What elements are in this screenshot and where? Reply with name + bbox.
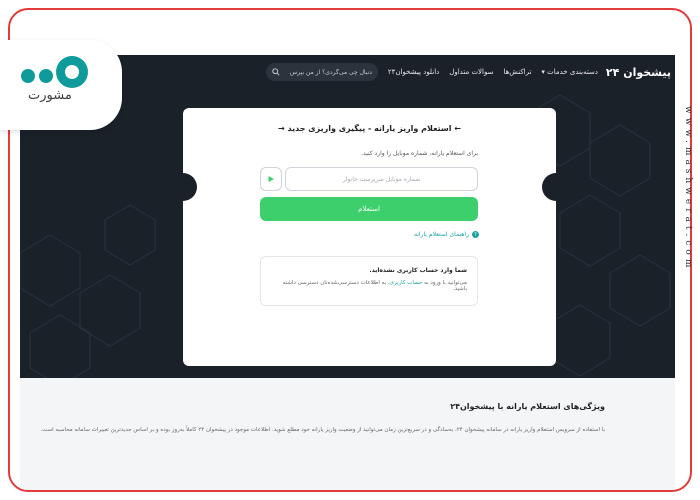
play-button[interactable]: [260, 167, 282, 191]
logo-wordmark: مشورت: [28, 88, 72, 103]
notice-title: شما وارد حساب کاربری نشده‌اید.: [369, 267, 467, 274]
site-watermark: www.mashwerat.com: [683, 106, 693, 272]
logo-badge: مشورت: [0, 40, 122, 130]
guide-link[interactable]: ? راهنمای استعلام یارانه: [414, 231, 479, 238]
search-box[interactable]: [265, 63, 378, 81]
features-text: با استفاده از سرویس استعلام واریز یارانه…: [40, 427, 605, 433]
brand-name[interactable]: پیشخوان ۲۴: [606, 66, 671, 79]
card-description: برای استعلام یارانه، شماره موبایل را وار…: [361, 150, 478, 157]
nav-item-services[interactable]: دسته‌بندی خدمات ▾: [541, 68, 598, 76]
phone-input[interactable]: [285, 167, 478, 191]
card-title: ← استعلام واریز یارانه - پیگیری واریزی ج…: [278, 124, 461, 133]
inquiry-card: ← استعلام واریز یارانه - پیگیری واریزی ج…: [169, 108, 570, 366]
inquiry-submit-button[interactable]: استعلام: [260, 197, 478, 221]
nav-item-download[interactable]: دانلود پیشخوان۲۴: [388, 68, 439, 76]
main-nav: دسته‌بندی خدمات ▾ تراکنش‌ها سوالات متداو…: [388, 68, 598, 76]
logo-icon: [21, 56, 88, 88]
card-notch-right: [542, 173, 570, 201]
search-input[interactable]: [284, 68, 372, 76]
features-section: ویژگی‌های استعلام یارانه با پیشخوان۲۴ با…: [20, 378, 675, 490]
login-notice: شما وارد حساب کاربری نشده‌اید. می‌توانید…: [260, 256, 478, 306]
play-icon: [268, 176, 274, 182]
phone-input-row: [260, 167, 478, 191]
features-title: ویژگی‌های استعلام یارانه با پیشخوان۲۴: [450, 402, 605, 411]
nav-item-transactions[interactable]: تراکنش‌ها: [503, 68, 531, 76]
notice-text: می‌توانید با ورود به حساب کاربری، به اطل…: [282, 280, 467, 292]
help-icon: ?: [472, 231, 479, 238]
guide-link-label: راهنمای استعلام یارانه: [414, 231, 469, 238]
card-notch-left: [169, 173, 197, 201]
search-icon: [272, 68, 280, 76]
account-link[interactable]: حساب کاربری: [390, 280, 423, 286]
nav-item-faq[interactable]: سوالات متداول: [449, 68, 493, 76]
